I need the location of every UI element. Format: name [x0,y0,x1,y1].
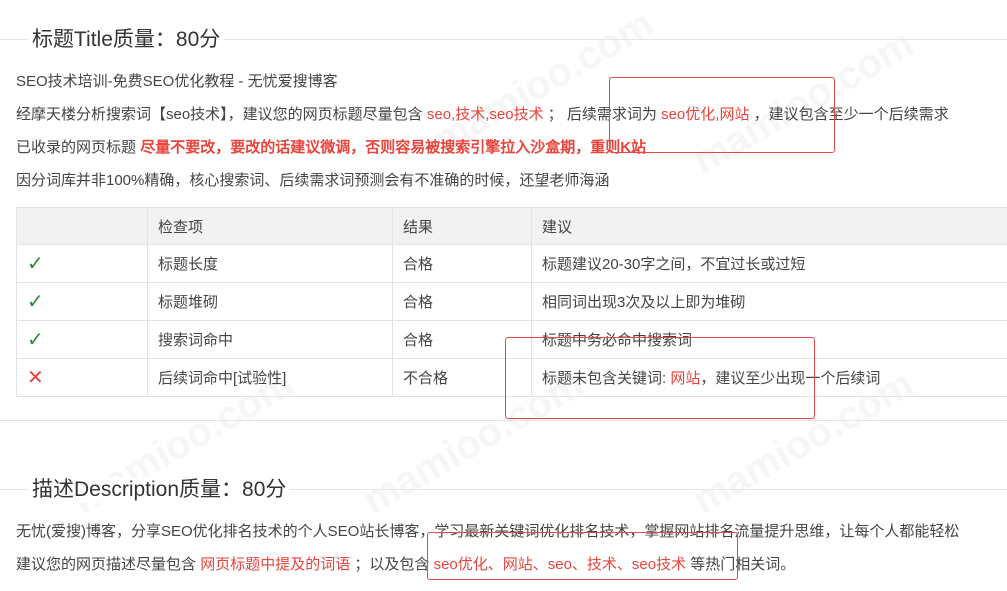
advice-prefix: 标题未包含关键词: [542,370,667,387]
page-title-text: SEO技术培训-免费SEO优化教程 - 无忧爱搜博客 [16,73,338,90]
check-result: 合格 [392,282,532,321]
keyword-list: seo,技术,seo技术 [426,106,544,123]
check-advice: 标题未包含关键词: 网站，建议至少出现一个后续词 [531,358,1007,397]
advice-suffix: ，建议至少出现一个后续词 [700,370,881,387]
check-icon: ✓ [16,282,148,321]
check-item: 后续词命中[试验性] [147,358,393,397]
indexed-notice: 已收录的网页标题 尽量不要改，要改的话建议微调，否则容易被搜索引擎拉入沙盒期，重… [16,138,646,158]
check-item: 标题长度 [147,244,393,283]
check-icon: ✓ [16,320,148,359]
table-row: ✓ 标题长度 合格 标题建议20-30字之间，不宜过长或过短 [16,244,1007,283]
analysis-text: 经摩天楼分析搜索词【seo技术】，建议您的网页标题尽量包含 [16,106,423,123]
indexed-prefix: 已收录的网页标题 [16,139,137,156]
table-row: ✓ 标题堆砌 合格 相同词出现3次及以上即为堆砌 [16,282,1007,321]
description-quality-heading: 描述Description质量：80分 [28,477,291,503]
table-header-item: 检查项 [147,207,393,245]
title-check-table: 检查项 结果 建议 ✓ 标题长度 合格 标题建议20-30字之间，不宜过长或过短… [16,207,1007,397]
cross-icon: ✕ [16,358,148,397]
title-analysis: 经摩天楼分析搜索词【seo技术】，建议您的网页标题尽量包含 seo,技术,seo… [16,105,949,125]
check-result: 合格 [392,244,532,283]
check-advice: 相同词出现3次及以上即为堆砌 [531,282,1007,321]
table-header-result: 结果 [392,207,532,245]
disclaimer-text: 因分词库并非100%精确，核心搜索词、后续需求词预测会有不准确的时候，还望老师海… [16,172,610,189]
advice-keyword: 网站 [670,370,701,387]
analysis-text: ； 后续需求词为 [547,106,657,123]
title-quality-heading: 标题Title质量：80分 [28,27,225,53]
divider [0,420,1007,421]
watermark: mamioo.com [685,21,921,183]
table-header-advice: 建议 [531,207,1007,245]
check-item: 标题堆砌 [147,282,393,321]
check-advice: 标题建议20-30字之间，不宜过长或过短 [531,244,1007,283]
table-header-status [16,207,148,245]
title-terms-link: 网页标题中提及的词语 [200,556,351,573]
indexed-warning: 尽量不要改，要改的话建议微调，否则容易被搜索引擎拉入沙盒期，重则K站 [140,139,647,156]
table-row: ✓ 搜索词命中 合格 标题中务必命中搜索词 [16,320,1007,359]
check-result: 合格 [392,320,532,359]
description-advice: 建议您的网页描述尽量包含 网页标题中提及的词语 ；以及包含 seo优化、网站、s… [16,555,795,575]
check-advice: 标题中务必命中搜索词 [531,320,1007,359]
check-result: 不合格 [392,358,532,397]
check-icon: ✓ [16,244,148,283]
analysis-text: ，建议包含至少一个后续需求 [753,106,949,123]
hot-keywords: seo优化、网站、seo、技术、seo技术 [433,556,687,573]
table-row: ✕ 后续词命中[试验性] 不合格 标题未包含关键词: 网站，建议至少出现一个后续… [16,358,1007,397]
advice-text: 等热门相关词。 [690,556,796,573]
advice-text: ；以及包含 [354,556,430,573]
advice-text: 建议您的网页描述尽量包含 [16,556,197,573]
table-header-row: 检查项 结果 建议 [16,207,1007,245]
followup-keywords: seo优化,网站 [661,106,750,123]
check-item: 搜索词命中 [147,320,393,359]
description-text: 无忧(爱搜)博客，分享SEO优化排名技术的个人SEO站长博客，学习最新关键词优化… [16,523,960,540]
